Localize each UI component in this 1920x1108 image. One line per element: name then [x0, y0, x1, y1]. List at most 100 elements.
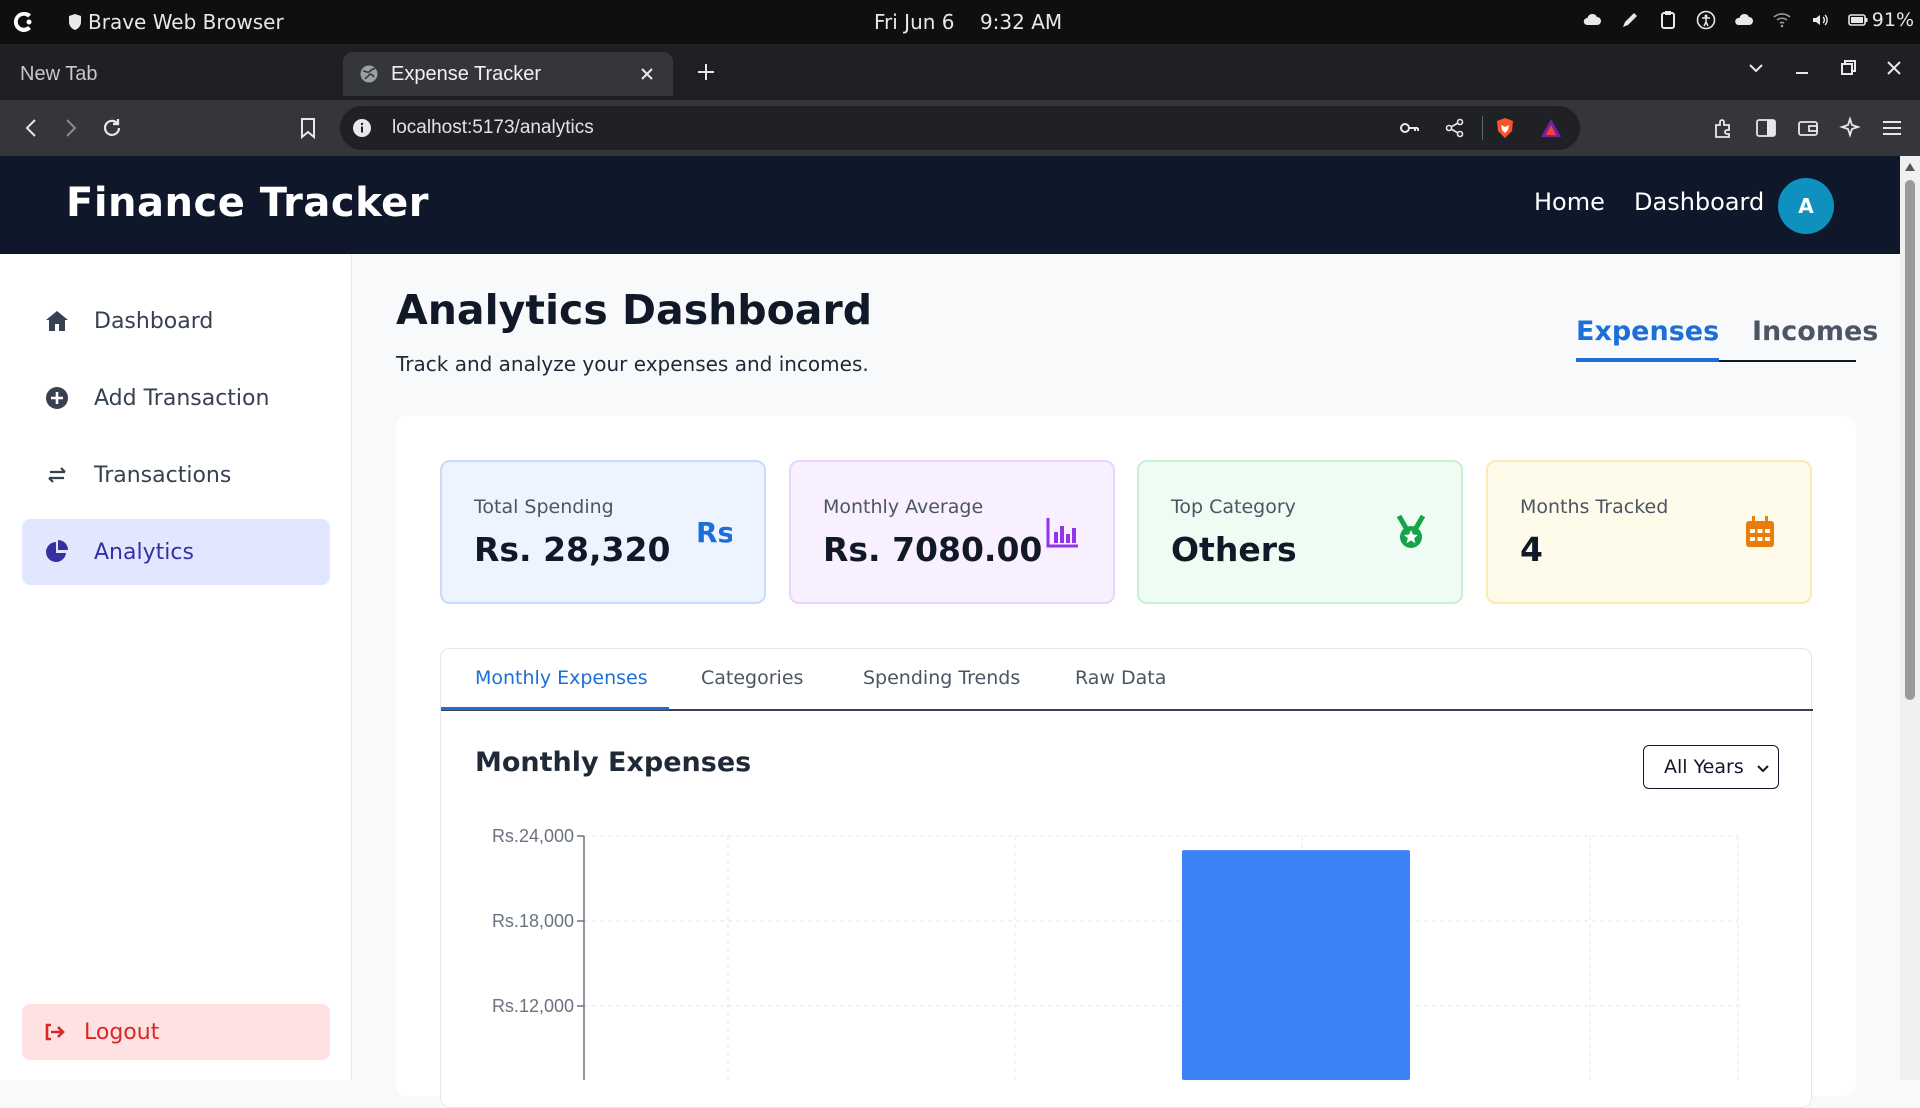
stat-value: Others — [1171, 530, 1297, 569]
tab-monthly-expenses[interactable]: Monthly Expenses — [475, 667, 648, 689]
os-top-bar: Brave Web Browser Fri Jun 6 9:32 AM 91% — [0, 0, 1920, 44]
stat-value: Rs. 28,320 — [474, 530, 671, 569]
os-app-name: Brave Web Browser — [88, 10, 284, 34]
year-filter-select[interactable]: All Years — [1643, 745, 1779, 789]
new-tab-icon[interactable] — [694, 60, 718, 84]
scrollbar-thumb[interactable] — [1905, 180, 1915, 700]
bookmark-icon[interactable] — [296, 116, 320, 140]
logout-label: Logout — [84, 1019, 160, 1045]
battery-status[interactable]: 91% — [1847, 9, 1914, 31]
volume-icon[interactable] — [1810, 10, 1830, 30]
tab-expense-tracker[interactable]: Expense Tracker — [343, 52, 673, 96]
cloud-icon[interactable] — [1582, 10, 1602, 30]
battery-percent: 91% — [1871, 9, 1914, 31]
stat-label: Months Tracked — [1520, 496, 1669, 518]
battery-icon — [1847, 14, 1868, 26]
brave-shields-icon[interactable] — [1494, 117, 1516, 139]
sidebar-item-label: Analytics — [94, 539, 194, 565]
chevron-down-icon — [1757, 765, 1769, 773]
address-bar[interactable]: localhost:5173/analytics — [340, 106, 1580, 150]
stat-card-monthly-average: Monthly Average Rs. 7080.00 — [789, 460, 1115, 604]
site-info-icon[interactable] — [352, 118, 372, 138]
brave-rewards-icon[interactable] — [1540, 117, 1562, 139]
brave-shield-icon — [69, 14, 81, 30]
stat-label: Top Category — [1171, 496, 1296, 518]
transaction-type-tabs: Expenses Incomes — [1576, 312, 1878, 362]
chart-tabs: Monthly Expenses Categories Spending Tre… — [441, 649, 1813, 711]
reload-icon[interactable] — [100, 116, 124, 140]
stat-label: Monthly Average — [823, 496, 984, 518]
leo-ai-icon[interactable] — [1838, 116, 1862, 140]
omnibox-separator — [1482, 116, 1483, 140]
tab-new-tab[interactable]: New Tab — [0, 52, 340, 96]
cloud-sync-icon[interactable] — [1734, 10, 1754, 30]
monthly-expenses-chart: Rs.24,000 Rs.18,000 Rs.12,000 — [492, 826, 1739, 1080]
page-subtitle: Track and analyze your expenses and inco… — [396, 352, 869, 376]
os-clock[interactable]: Fri Jun 6 9:32 AM — [874, 10, 1062, 34]
tab-raw-data[interactable]: Raw Data — [1075, 667, 1166, 689]
extensions-icon[interactable] — [1712, 116, 1736, 140]
stat-card-total-spending: Total Spending Rs. 28,320 Rs — [440, 460, 766, 604]
svg-text:Rs: Rs — [696, 516, 732, 549]
brand-title[interactable]: Finance Tracker — [66, 180, 429, 226]
system-tray: 91% — [1582, 9, 1914, 31]
sidebar-item-add-transaction[interactable]: Add Transaction — [22, 365, 330, 431]
pen-icon[interactable] — [1620, 10, 1640, 30]
logout-button[interactable]: Logout — [22, 1004, 330, 1060]
calendar-icon — [1746, 516, 1774, 547]
y-tick-label: Rs.18,000 — [492, 911, 574, 931]
y-tick-label: Rs.12,000 — [492, 996, 574, 1016]
chart-bar — [1182, 850, 1410, 1080]
wallet-icon[interactable] — [1796, 116, 1820, 140]
browser-toolbar: localhost:5173/analytics — [0, 100, 1920, 156]
tab-search-chevron-icon[interactable] — [1746, 58, 1766, 78]
minimize-icon[interactable] — [1792, 58, 1812, 78]
back-icon[interactable] — [20, 116, 44, 140]
scroll-up-arrow-icon[interactable] — [1904, 162, 1916, 172]
share-icon[interactable] — [1444, 117, 1466, 139]
y-tick-label: Rs.24,000 — [492, 826, 574, 846]
sidebar-item-transactions[interactable]: Transactions — [22, 442, 330, 508]
stat-value: Rs. 7080.00 — [823, 530, 1043, 569]
sidebar-item-label: Transactions — [94, 462, 232, 488]
browser-tab-strip: New Tab Expense Tracker — [0, 44, 1920, 100]
rupee-icon: Rs — [696, 516, 732, 549]
accessibility-icon[interactable] — [1696, 10, 1716, 30]
close-tab-icon[interactable] — [637, 64, 657, 84]
window-controls — [1746, 58, 1920, 78]
bar-chart-icon — [1046, 518, 1078, 548]
restore-icon[interactable] — [1838, 58, 1858, 78]
pie-chart-icon — [46, 540, 68, 562]
tab-label: New Tab — [20, 62, 98, 85]
menu-icon[interactable] — [1880, 116, 1904, 140]
sidebar-toggle-icon[interactable] — [1754, 116, 1778, 140]
tab-label: Expense Tracker — [391, 62, 542, 85]
stat-card-months-tracked: Months Tracked 4 — [1486, 460, 1812, 604]
tab-incomes[interactable]: Incomes — [1752, 316, 1878, 347]
medal-icon — [1396, 514, 1426, 548]
chart-title: Monthly Expenses — [475, 747, 752, 778]
active-tab-indicator — [441, 707, 669, 710]
forward-icon[interactable] — [58, 116, 82, 140]
logout-icon — [45, 1023, 65, 1041]
stat-card-top-category: Top Category Others — [1137, 460, 1463, 604]
sidebar-item-dashboard[interactable]: Dashboard — [22, 288, 330, 354]
tab-categories[interactable]: Categories — [701, 667, 803, 689]
wifi-icon[interactable] — [1772, 10, 1792, 30]
year-filter-value: All Years — [1664, 756, 1744, 778]
url-text[interactable]: localhost:5173/analytics — [392, 117, 594, 139]
sidebar-item-analytics[interactable]: Analytics — [22, 519, 330, 585]
clipboard-icon[interactable] — [1658, 10, 1678, 30]
close-window-icon[interactable] — [1884, 58, 1904, 78]
tab-expenses[interactable]: Expenses — [1576, 316, 1720, 362]
tab-spending-trends[interactable]: Spending Trends — [863, 667, 1020, 689]
nav-link-dashboard[interactable]: Dashboard — [1634, 188, 1764, 216]
key-icon[interactable] — [1398, 117, 1420, 139]
swap-arrows-icon — [48, 467, 66, 483]
sidebar: Dashboard Add Transaction Transactions A… — [0, 254, 352, 1080]
os-active-app[interactable]: Brave Web Browser — [68, 10, 284, 34]
os-logo-icon[interactable] — [12, 10, 36, 34]
avatar[interactable]: A — [1778, 178, 1834, 234]
page-title: Analytics Dashboard — [396, 286, 873, 334]
nav-link-home[interactable]: Home — [1534, 188, 1605, 216]
